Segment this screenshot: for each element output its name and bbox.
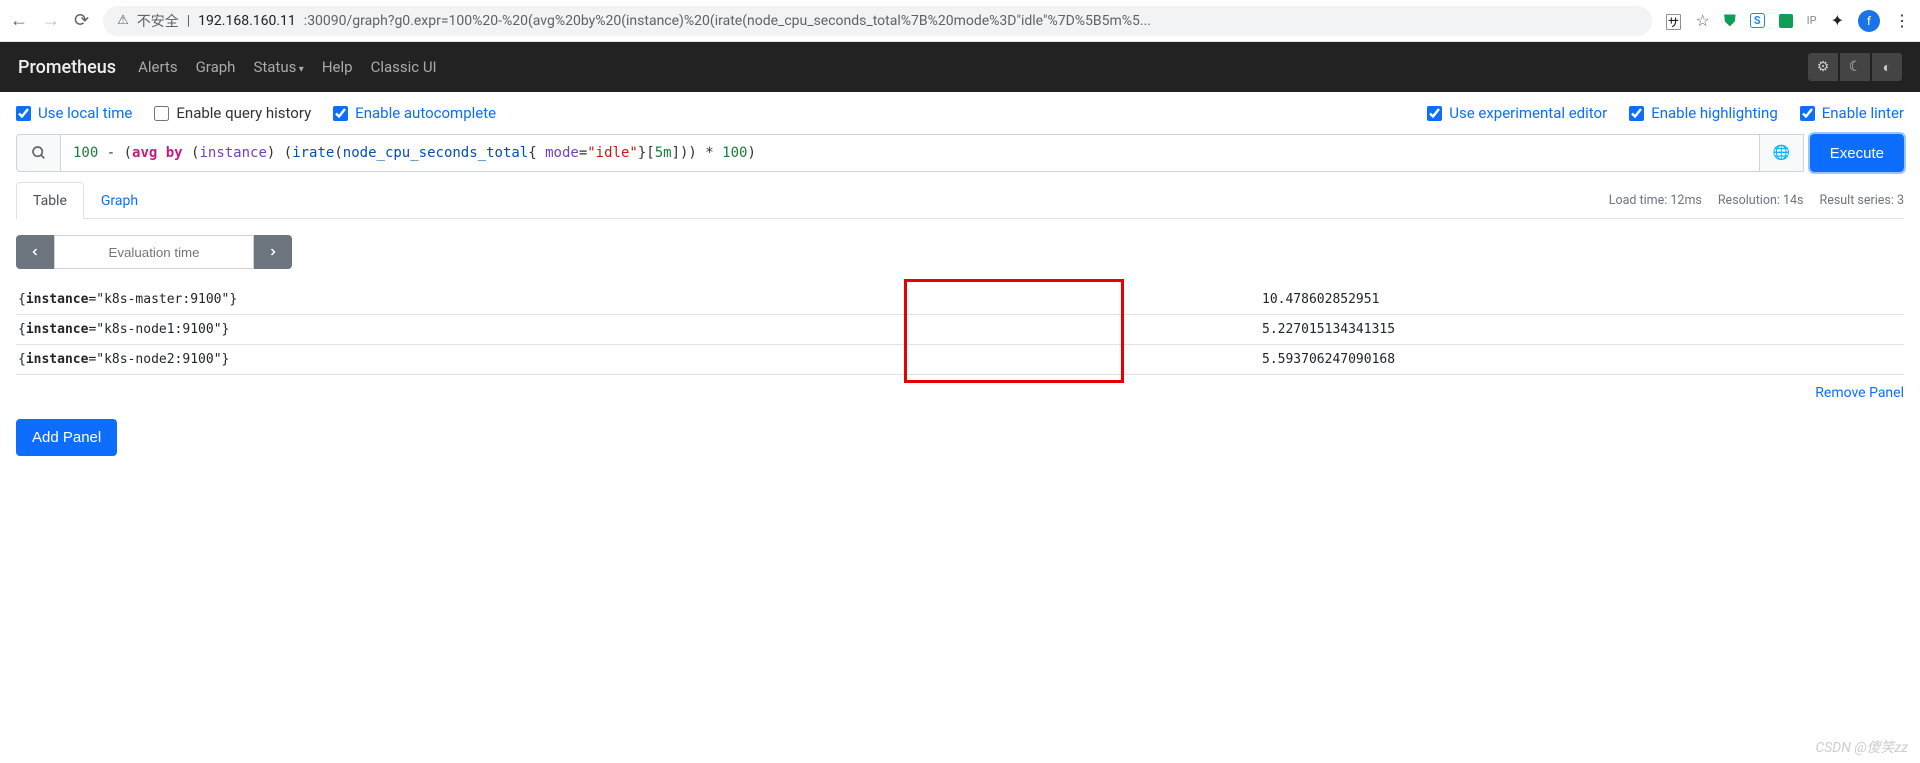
result-value: 10.478602852951 [1262, 292, 1902, 307]
ext-ip-icon[interactable]: IP [1807, 14, 1817, 27]
results-table: {instance="k8s-master:9100"} 10.47860285… [16, 285, 1904, 375]
url-host: 192.168.160.11 [198, 13, 296, 29]
watermark: CSDN @傻笑zz [1815, 737, 1908, 757]
nav-alerts[interactable]: Alerts [138, 58, 178, 76]
opt-query-history[interactable]: Enable query history [154, 104, 311, 122]
bookmark-icon[interactable]: ☆ [1696, 11, 1710, 30]
opt-local-time[interactable]: Use local time [16, 104, 132, 122]
menu-icon[interactable]: ⋮ [1894, 11, 1910, 30]
query-input[interactable]: 100 - (avg by (instance) (irate(node_cpu… [60, 134, 1760, 172]
brand[interactable]: Prometheus [18, 57, 116, 78]
tab-graph[interactable]: Graph [84, 182, 155, 219]
browser-toolbar: ← → ⟳ ⚠ 不安全 | 192.168.160.11:30090/graph… [0, 0, 1920, 42]
forward-icon[interactable]: → [42, 10, 60, 31]
stat-series: Result series: 3 [1820, 193, 1905, 208]
back-icon[interactable]: ← [10, 10, 28, 31]
app-navbar: Prometheus Alerts Graph Status Help Clas… [0, 42, 1920, 92]
extension-icons: 🈂 ☆ ⛊ S IP ✦ f ⋮ [1666, 9, 1911, 33]
result-value: 5.593706247090168 [1262, 352, 1902, 367]
insecure-icon: ⚠ [117, 13, 129, 28]
add-panel-button[interactable]: Add Panel [16, 419, 117, 456]
contrast-icon[interactable]: ◐ [1872, 53, 1902, 81]
evaluation-time-input[interactable] [54, 235, 254, 269]
nav-graph[interactable]: Graph [196, 58, 236, 76]
result-value: 5.227015134341315 [1262, 322, 1902, 337]
address-bar[interactable]: ⚠ 不安全 | 192.168.160.11:30090/graph?g0.ex… [103, 6, 1651, 36]
tab-table[interactable]: Table [16, 182, 84, 219]
table-row: {instance="k8s-node1:9100"} 5.2270151343… [16, 315, 1904, 345]
stat-resolution: Resolution: 14s [1718, 193, 1804, 208]
dark-mode-icon[interactable]: ☾ [1840, 53, 1870, 81]
stat-load: Load time: 12ms [1609, 193, 1702, 208]
nav-status[interactable]: Status [253, 58, 303, 76]
settings-icon[interactable]: ⚙ [1808, 53, 1838, 81]
globe-icon[interactable]: 🌐 [1760, 134, 1804, 172]
table-row: {instance="k8s-master:9100"} 10.47860285… [16, 285, 1904, 315]
tabs-row: Table Graph Load time: 12ms Resolution: … [16, 182, 1904, 219]
ext-green-icon[interactable] [1779, 14, 1793, 28]
nav-help[interactable]: Help [322, 58, 353, 76]
insecure-label: 不安全 [137, 11, 179, 31]
search-icon[interactable] [16, 134, 60, 172]
ext-s-icon[interactable]: S [1750, 13, 1765, 28]
execute-button[interactable]: Execute [1810, 134, 1904, 172]
url-path: :30090/graph?g0.expr=100%20-%20(avg%20by… [304, 13, 1151, 29]
eval-next-button[interactable] [254, 235, 292, 269]
profile-avatar[interactable]: f [1858, 10, 1880, 32]
options-row: Use local time Enable query history Enab… [0, 92, 1920, 134]
shield-icon[interactable]: ⛊ [1724, 11, 1736, 31]
opt-linter[interactable]: Enable linter [1800, 104, 1904, 122]
eval-prev-button[interactable] [16, 235, 54, 269]
query-stats: Load time: 12ms Resolution: 14s Result s… [1609, 193, 1904, 208]
opt-experimental-editor[interactable]: Use experimental editor [1427, 104, 1607, 122]
remove-panel-link[interactable]: Remove Panel [1815, 385, 1904, 401]
opt-autocomplete[interactable]: Enable autocomplete [333, 104, 496, 122]
extensions-icon[interactable]: ✦ [1831, 11, 1844, 30]
opt-highlighting[interactable]: Enable highlighting [1629, 104, 1778, 122]
nav-classic-ui[interactable]: Classic UI [371, 58, 437, 76]
table-row: {instance="k8s-node2:9100"} 5.5937062470… [16, 345, 1904, 375]
evaluation-time-row [16, 235, 1904, 269]
translate-icon[interactable]: 🈂 [1666, 9, 1682, 33]
reload-icon[interactable]: ⟳ [74, 10, 89, 31]
query-bar: 100 - (avg by (instance) (irate(node_cpu… [16, 134, 1904, 172]
